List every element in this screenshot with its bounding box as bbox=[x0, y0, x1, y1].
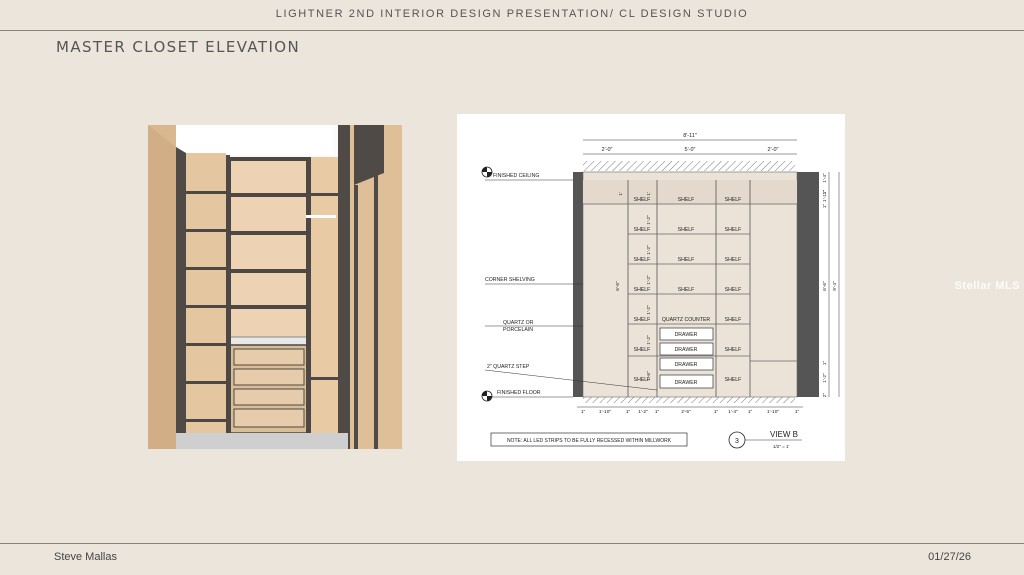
shelf-label: SHELF bbox=[725, 257, 742, 263]
dim-bottom: 2'-5" bbox=[681, 409, 691, 415]
shelf-label: SHELF bbox=[634, 227, 651, 233]
led-note: NOTE: ALL LED STRIPS TO BE FULLY RECESSE… bbox=[507, 438, 672, 444]
dim-right: 1" bbox=[822, 361, 828, 366]
view-title: VIEW B bbox=[770, 430, 798, 439]
label-quartz-step: 2" QUARTZ STEP bbox=[487, 364, 530, 370]
shelf-label: SHELF bbox=[678, 257, 695, 263]
dim-bottom: 1" bbox=[655, 409, 660, 415]
dim-right: 6'-6" bbox=[822, 281, 828, 291]
dim-vertical: 1'-2" bbox=[646, 245, 652, 255]
shelf-label: SHELF bbox=[678, 227, 695, 233]
dim-right: 1'-11" bbox=[822, 190, 828, 202]
dim-overall-height: 9'-4" bbox=[832, 281, 838, 291]
dim-center-width: 5'-0" bbox=[685, 147, 696, 153]
footer-date: 01/27/26 bbox=[928, 551, 971, 563]
dim-bottom: 1'-10" bbox=[599, 409, 612, 415]
dim-vertical: 1'-6" bbox=[646, 371, 652, 381]
shelf-label: SHELF bbox=[634, 197, 651, 203]
shelf-label: SHELF bbox=[678, 287, 695, 293]
shelf-label: SHELF bbox=[634, 257, 651, 263]
label-quartz: QUARTZ OR bbox=[503, 320, 534, 326]
shelf-label: SHELF bbox=[725, 227, 742, 233]
shelf-label: SHELF bbox=[725, 287, 742, 293]
drawer-label: DRAWER bbox=[675, 380, 698, 386]
label-corner-shelving: CORNER SHELVING bbox=[485, 277, 535, 283]
dim-vertical: 1' bbox=[618, 192, 624, 196]
page-title: MASTER CLOSET ELEVATION bbox=[56, 38, 301, 56]
label-porcelain: PORCELAIN bbox=[503, 327, 533, 333]
dim-bottom: 1'-10" bbox=[767, 409, 780, 415]
dim-vertical: 1' bbox=[646, 192, 652, 196]
header-bar: LIGHTNER 2ND INTERIOR DESIGN PRESENTATIO… bbox=[0, 0, 1024, 31]
view-scale: 1/2" = 1' bbox=[773, 444, 789, 449]
footer-divider bbox=[0, 543, 1024, 544]
dim-vertical: 1'-2" bbox=[646, 215, 652, 225]
dim-bottom: 1" bbox=[626, 409, 631, 415]
drawer-label: DRAWER bbox=[675, 362, 698, 368]
shelf-label: SHELF bbox=[725, 197, 742, 203]
closet-render-image bbox=[148, 125, 402, 449]
dim-left-height: 6'-6" bbox=[615, 281, 621, 291]
label-finished-floor: FINISHED FLOOR bbox=[497, 390, 541, 396]
elevation-drawing: 8'-11" 2'-0" 5'-0" 2'-0" SHELF SHELF SHE… bbox=[457, 114, 845, 461]
shelf-label: SHELF bbox=[634, 347, 651, 353]
dim-right: 1'-2" bbox=[822, 373, 828, 383]
drawer-label: DRAWER bbox=[675, 347, 698, 353]
dim-overall-width: 8'-11" bbox=[683, 133, 697, 139]
dim-vertical: 1'-2" bbox=[646, 275, 652, 285]
shelf-label: SHELF bbox=[725, 347, 742, 353]
dim-bottom: 1" bbox=[748, 409, 753, 415]
label-finished-ceiling: FINISHED CEILING bbox=[493, 173, 539, 179]
presentation-title: LIGHTNER 2ND INTERIOR DESIGN PRESENTATIO… bbox=[275, 8, 749, 20]
dim-right: 1'-4" bbox=[822, 173, 828, 183]
dim-bottom: 1'-2" bbox=[638, 409, 648, 415]
dim-right-width: 2'-0" bbox=[768, 147, 779, 153]
dim-bottom: 1" bbox=[581, 409, 586, 415]
dim-vertical: 1'-2" bbox=[646, 305, 652, 315]
dim-right: 1" bbox=[822, 204, 828, 209]
shelf-label: SHELF bbox=[725, 317, 742, 323]
dim-bottom: 1'-4" bbox=[728, 409, 738, 415]
watermark: Stellar MLS bbox=[954, 280, 1020, 292]
drawer-label: DRAWER bbox=[675, 332, 698, 338]
dim-bottom: 1" bbox=[714, 409, 719, 415]
shelf-label: SHELF bbox=[678, 197, 695, 203]
dim-right: 2" bbox=[822, 393, 828, 398]
shelf-label: SHELF bbox=[634, 317, 651, 323]
dim-left-width: 2'-0" bbox=[602, 147, 613, 153]
footer-author: Steve Mallas bbox=[54, 551, 117, 563]
dim-bottom: 1" bbox=[795, 409, 800, 415]
quartz-counter-label: QUARTZ COUNTER bbox=[662, 317, 711, 323]
shelf-label: SHELF bbox=[725, 377, 742, 383]
view-number: 3 bbox=[735, 438, 739, 445]
dim-vertical: 1'-2" bbox=[646, 335, 652, 345]
shelf-label: SHELF bbox=[634, 287, 651, 293]
